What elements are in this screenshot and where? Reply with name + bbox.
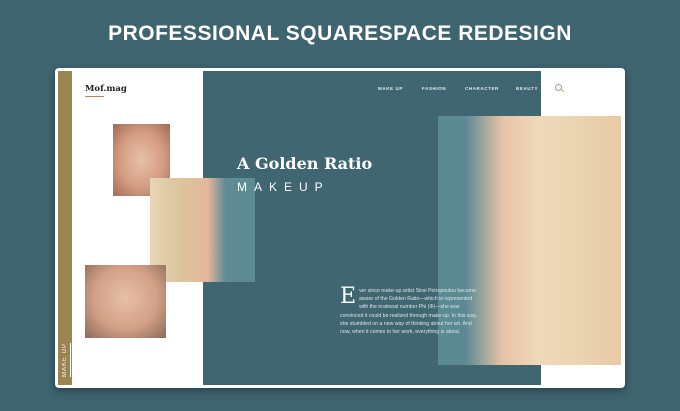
search-icon[interactable] (555, 84, 562, 91)
site-logo[interactable]: Mof.mag (85, 84, 127, 94)
vertical-label: MAKE UP (62, 342, 71, 377)
headline: PROFESSIONAL SQUARESPACE REDESIGN (108, 22, 572, 45)
website-mockup: MAKE UP Mof.mag MAKE UP FASHION CHARACTE… (55, 68, 625, 388)
nav-beauty[interactable]: BEAUTY (516, 86, 538, 91)
article-intro: E ver since make-up artist Sissi Petropo… (340, 284, 480, 336)
hero-title: A Golden Ratio (237, 154, 373, 173)
nav-makeup[interactable]: MAKE UP (378, 86, 403, 91)
article-text: ver since make-up artist Sissi Petropoul… (340, 288, 478, 336)
dropcap: E (340, 284, 357, 309)
gold-sidebar: MAKE UP (58, 71, 72, 385)
nav-character[interactable]: CHARACTER (465, 86, 499, 91)
hero-subtitle: MAKEUP (237, 180, 330, 194)
photo-blue-eyeliner (85, 265, 166, 338)
logo-underline (85, 96, 104, 97)
nav-fashion[interactable]: FASHION (422, 86, 446, 91)
